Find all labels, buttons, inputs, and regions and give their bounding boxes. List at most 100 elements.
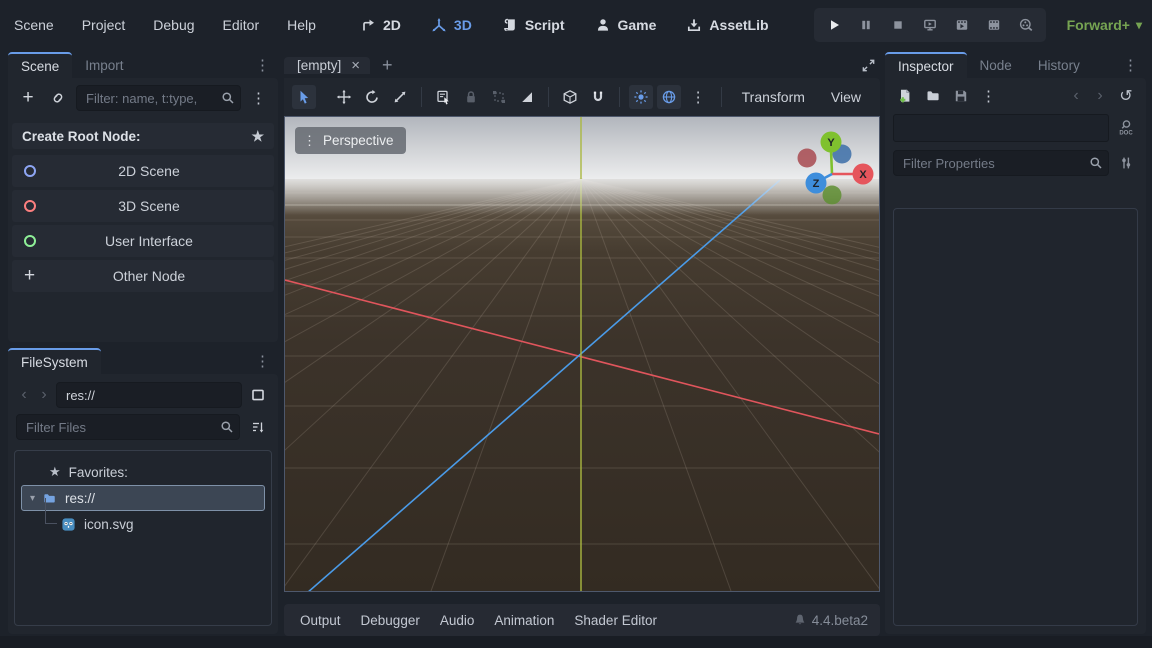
select-tool-button[interactable]	[292, 85, 316, 109]
nav-forward-icon[interactable]: ›	[36, 386, 52, 404]
sort-files-button[interactable]	[246, 415, 270, 439]
local-space-button[interactable]	[558, 85, 582, 109]
create-other-node-button[interactable]: + Other Node	[12, 260, 274, 292]
create-3d-scene-button[interactable]: 3D Scene	[12, 190, 274, 222]
stop-button[interactable]	[886, 13, 910, 37]
split-mode-button[interactable]	[246, 383, 270, 407]
search-icon	[220, 90, 236, 106]
tab-history[interactable]: History	[1025, 52, 1093, 78]
open-docs-button[interactable]: DOC	[1114, 116, 1138, 140]
renderer-label: Forward+	[1067, 17, 1130, 33]
file-row-icon-svg[interactable]: icon.svg	[15, 511, 271, 537]
rotate-tool-button[interactable]	[360, 85, 384, 109]
inspector-menu-icon[interactable]: ⋮	[1115, 56, 1146, 74]
favorite-star-icon[interactable]: ★	[251, 128, 264, 145]
res-root-row[interactable]: ▾ res://	[21, 485, 265, 511]
instance-scene-button[interactable]	[46, 86, 70, 110]
history-back-icon[interactable]: ‹	[1066, 87, 1086, 105]
scene-dock-menu-icon[interactable]: ⋮	[247, 56, 278, 74]
menu-help[interactable]: Help	[287, 17, 316, 33]
tab-scene[interactable]: Scene	[8, 52, 72, 78]
file-filter-input[interactable]	[16, 414, 240, 440]
preview-environment-button[interactable]	[657, 85, 681, 109]
tab-node[interactable]: Node	[967, 52, 1025, 78]
scene-tab-empty[interactable]: [empty] ×	[284, 57, 370, 74]
menu-project[interactable]: Project	[82, 17, 126, 33]
play-custom-scene-button[interactable]	[982, 13, 1006, 37]
save-resource-button[interactable]	[949, 84, 973, 108]
close-icon[interactable]: ×	[351, 57, 360, 74]
new-resource-button[interactable]	[893, 84, 917, 108]
snap-mode-button[interactable]	[586, 85, 610, 109]
toolbar-separator	[619, 87, 620, 107]
add-node-button[interactable]: +	[16, 86, 40, 110]
menu-debug[interactable]: Debug	[153, 17, 194, 33]
move-tool-button[interactable]	[332, 85, 356, 109]
bottom-tab-output[interactable]: Output	[290, 613, 351, 628]
expand-viewport-button[interactable]	[856, 53, 880, 77]
bottom-tab-audio[interactable]: Audio	[430, 613, 485, 628]
menu-scene[interactable]: Scene	[14, 17, 54, 33]
new-scene-tab-button[interactable]: +	[370, 55, 405, 76]
scale-tool-button[interactable]	[388, 85, 412, 109]
scene-tree-menu-icon[interactable]: ⋮	[247, 89, 270, 107]
tab-inspector[interactable]: Inspector	[885, 52, 967, 78]
tab-import[interactable]: Import	[72, 52, 136, 78]
workspace-2d[interactable]: 2D	[360, 17, 401, 33]
load-resource-button[interactable]	[921, 84, 945, 108]
bottom-panel-bar: Output Debugger Audio Animation Shader E…	[284, 604, 880, 636]
workspace-3d[interactable]: 3D	[431, 17, 472, 33]
object-history-icon[interactable]: ↺	[1114, 86, 1138, 106]
resource-options-icon[interactable]: ⋮	[977, 87, 1000, 105]
tree-collapse-icon[interactable]: ▾	[30, 493, 35, 504]
new-resource-icon	[897, 88, 913, 104]
notification-bell-icon[interactable]	[792, 612, 808, 628]
tune-icon	[1118, 155, 1134, 171]
renderer-selector[interactable]: Forward+ ▾	[1067, 0, 1142, 50]
history-forward-icon[interactable]: ›	[1090, 87, 1110, 105]
filesystem-menu-icon[interactable]: ⋮	[247, 352, 278, 370]
create-2d-scene-button[interactable]: 2D Scene	[12, 155, 274, 187]
plus-icon: +	[24, 270, 36, 282]
view-menu[interactable]: View	[820, 89, 872, 105]
menu-editor[interactable]: Editor	[223, 17, 260, 33]
folder-open-icon	[925, 88, 941, 104]
expand-options-button[interactable]	[1114, 151, 1138, 175]
favorites-row[interactable]: ★ Favorites:	[15, 459, 271, 485]
workspace-assetlib[interactable]: AssetLib	[686, 17, 768, 33]
viewport-3d[interactable]: Y X Z ⋮ Perspective	[284, 116, 880, 592]
path-field	[56, 382, 242, 408]
lock-icon	[463, 89, 479, 105]
preview-options-icon[interactable]: ⋮	[685, 88, 712, 106]
scene-dock-tabbar: Scene Import ⋮	[8, 52, 278, 78]
ruler-mode-button[interactable]	[515, 85, 539, 109]
nav-back-icon[interactable]: ‹	[16, 386, 32, 404]
expand-icon	[861, 58, 876, 73]
create-root-node-header: Create Root Node: ★	[12, 123, 274, 149]
property-filter-input[interactable]	[893, 150, 1109, 176]
bottom-tab-debugger[interactable]: Debugger	[351, 613, 430, 628]
list-select-button[interactable]	[431, 85, 455, 109]
tab-filesystem[interactable]: FileSystem	[8, 348, 101, 374]
movie-maker-button[interactable]	[1014, 13, 1038, 37]
path-input[interactable]	[56, 382, 242, 408]
group-selected-button[interactable]	[487, 85, 511, 109]
create-user-interface-button[interactable]: User Interface	[12, 225, 274, 257]
bottom-tab-shader-editor[interactable]: Shader Editor	[564, 613, 667, 628]
transform-menu[interactable]: Transform	[731, 89, 816, 105]
lock-selected-button[interactable]	[459, 85, 483, 109]
scene-filter-input[interactable]	[76, 85, 241, 111]
save-icon	[953, 88, 969, 104]
list-select-icon	[435, 89, 451, 105]
main-menus: Scene Project Debug Editor Help	[14, 0, 316, 50]
pause-button[interactable]	[854, 13, 878, 37]
inspector-tabbar: Inspector Node History ⋮	[885, 52, 1146, 78]
workspace-script[interactable]: Script	[502, 17, 565, 33]
play-button[interactable]	[822, 13, 846, 37]
remote-debug-button[interactable]	[918, 13, 942, 37]
play-scene-button[interactable]	[950, 13, 974, 37]
perspective-menu[interactable]: ⋮ Perspective	[295, 127, 406, 154]
workspace-game[interactable]: Game	[595, 17, 657, 33]
preview-sun-button[interactable]	[629, 85, 653, 109]
bottom-tab-animation[interactable]: Animation	[484, 613, 564, 628]
